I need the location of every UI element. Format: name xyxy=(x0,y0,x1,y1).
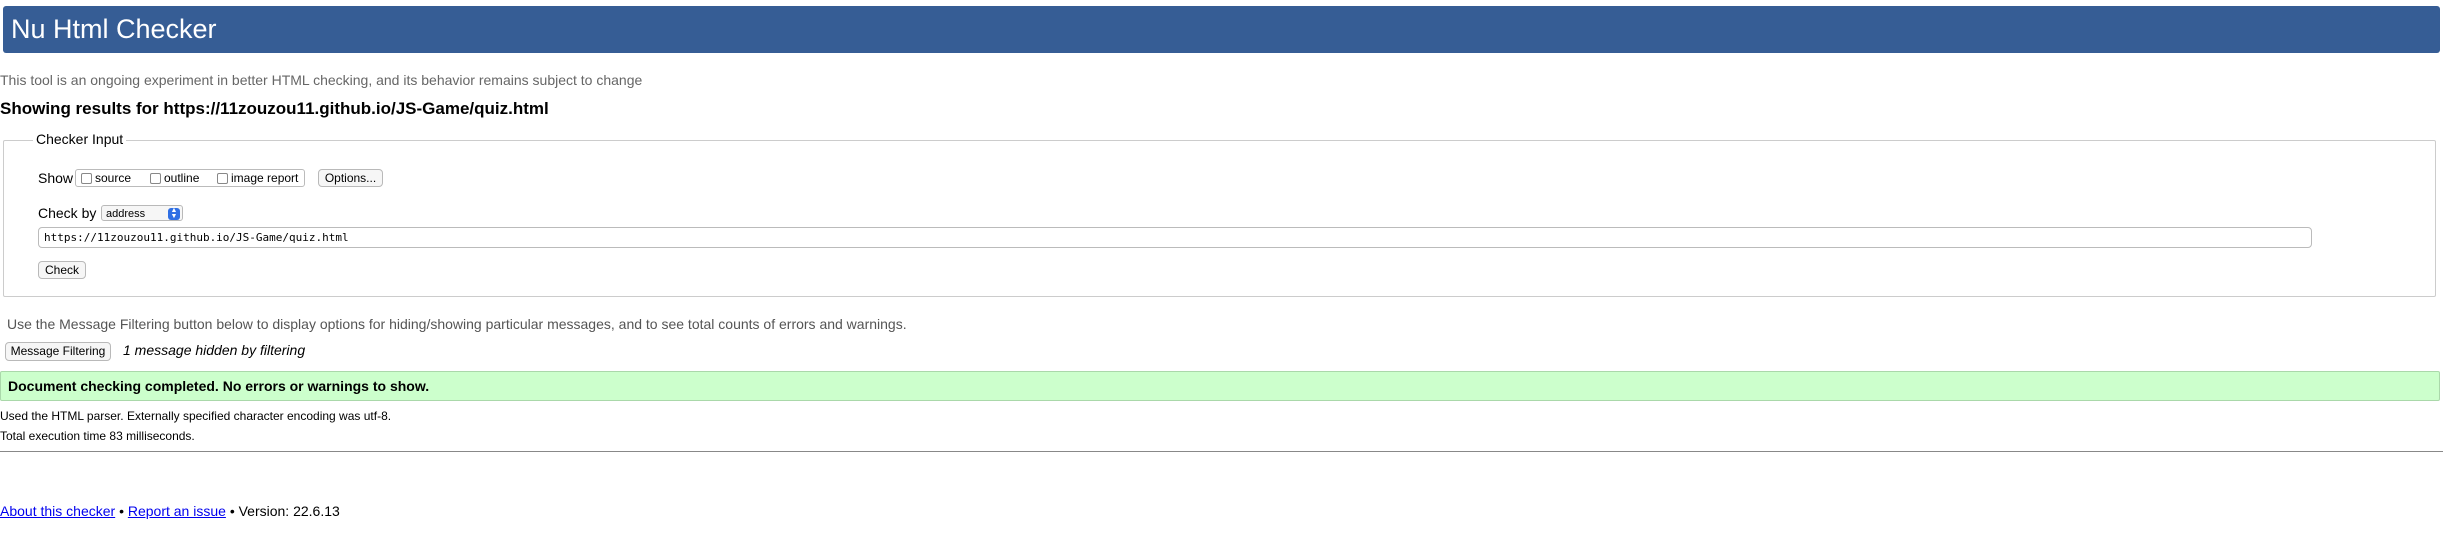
parser-info: Used the HTML parser. Externally specifi… xyxy=(0,409,392,423)
message-filtering-button[interactable]: Message Filtering xyxy=(5,342,111,361)
report-issue-link[interactable]: Report an issue xyxy=(128,503,226,519)
footer-separator: • xyxy=(119,503,124,519)
options-button[interactable]: Options... xyxy=(318,169,383,187)
footer: About this checker • Report an issue • V… xyxy=(0,503,340,519)
check-button[interactable]: Check xyxy=(38,261,86,279)
source-checkbox[interactable] xyxy=(81,173,92,184)
footer-divider xyxy=(0,451,2443,452)
image-report-checkbox-label[interactable]: image report xyxy=(231,171,298,185)
source-checkbox-label[interactable]: source xyxy=(95,171,131,185)
footer-separator-2: • xyxy=(229,503,235,519)
about-checker-link[interactable]: About this checker xyxy=(0,503,115,519)
show-label: Show xyxy=(38,170,74,186)
success-message: Document checking completed. No errors o… xyxy=(8,378,430,394)
checker-input-legend: Checker Input xyxy=(33,131,127,147)
check-by-select[interactable]: address ▲ ▼ xyxy=(101,205,183,221)
url-input[interactable]: https://11zouzou11.github.io/JS-Game/qui… xyxy=(38,227,2312,248)
hidden-message-count: 1 message hidden by filtering xyxy=(123,342,306,358)
checker-input-fieldset xyxy=(3,140,2436,297)
outline-checkbox-label[interactable]: outline xyxy=(164,171,199,185)
show-options-group: source outline image report xyxy=(75,169,305,187)
check-by-label: Check by xyxy=(38,205,97,221)
page-header: Nu Html Checker xyxy=(3,6,2440,53)
intro-note: This tool is an ongoing experiment in be… xyxy=(0,72,643,88)
check-by-selected-value: address xyxy=(106,208,146,220)
version-label: Version: 22.6.13 xyxy=(238,503,340,519)
page-title: Nu Html Checker xyxy=(11,14,217,44)
filtering-note: Use the Message Filtering button below t… xyxy=(7,316,907,332)
outline-checkbox[interactable] xyxy=(150,173,161,184)
results-title: Showing results for https://11zouzou11.g… xyxy=(0,99,549,118)
image-report-checkbox[interactable] xyxy=(217,173,228,184)
success-banner: Document checking completed. No errors o… xyxy=(0,371,2440,401)
select-arrows-icon: ▲ ▼ xyxy=(168,207,180,220)
execution-time: Total execution time 83 milliseconds. xyxy=(0,429,195,443)
